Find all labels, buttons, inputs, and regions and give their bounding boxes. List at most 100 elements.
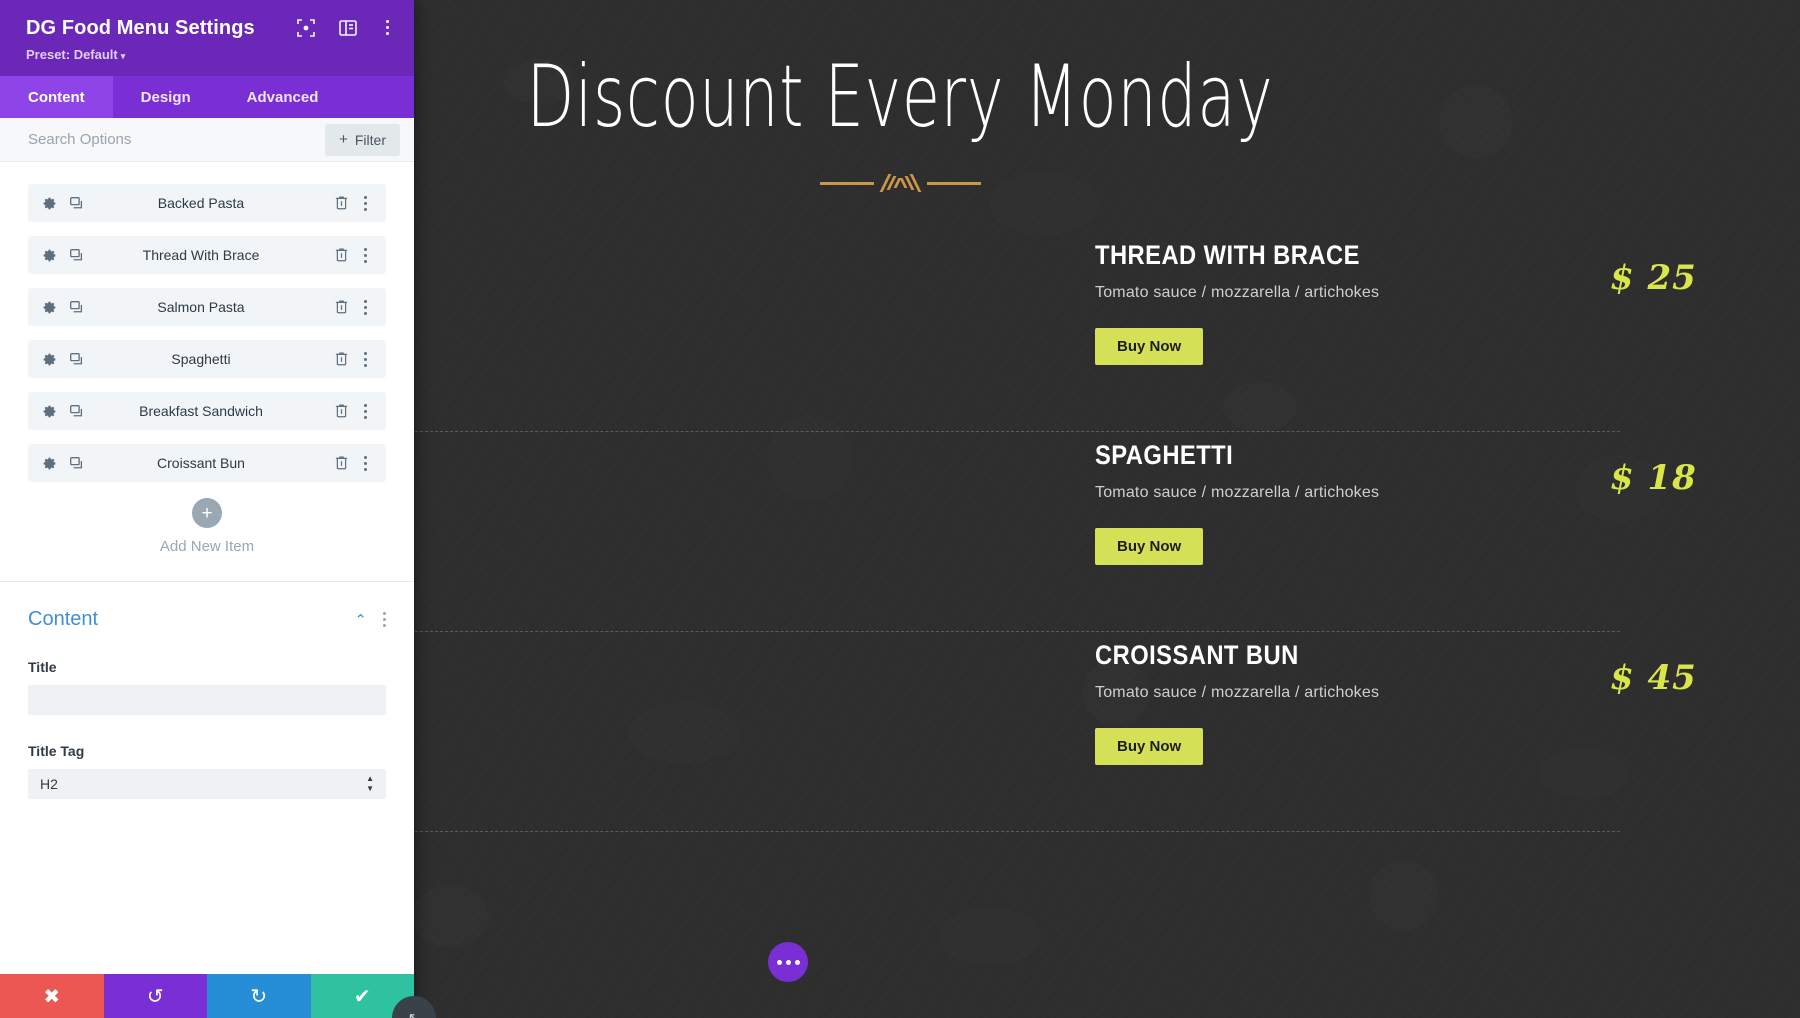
duplicate-icon[interactable] [69,300,84,315]
more-vertical-icon[interactable] [359,454,372,473]
list-item[interactable]: Croissant Bun [28,444,386,482]
gear-icon[interactable] [42,352,57,367]
menu-item-right: $ 18SpaghettiTomato sauce / mozzarella /… [700,432,1460,632]
cancel-button[interactable]: ✖ [0,974,104,1018]
duplicate-icon[interactable] [69,352,84,367]
tab-content[interactable]: Content [0,76,113,118]
add-new-item-label: Add New Item [159,538,255,555]
more-vertical-icon[interactable] [359,194,372,213]
trash-icon[interactable] [334,299,349,315]
menu-item-description: Tomato sauce / mozzarella / artichokes [1095,684,1380,701]
buy-now-button[interactable]: Buy Now [1095,328,1204,365]
sidebar-header-icons [297,18,394,37]
duplicate-icon[interactable] [69,404,84,419]
menu-item-description: Tomato sauce / mozzarella / artichokes [1095,284,1380,301]
search-input[interactable] [28,131,326,148]
duplicate-icon[interactable] [69,248,84,263]
tab-label: Advanced [246,88,319,106]
more-vertical-icon[interactable] [359,402,372,421]
divider-bar-left [819,181,874,185]
content-section-header[interactable]: Content ⌃ [28,608,386,631]
check-icon: ✔ [353,985,371,1008]
divider-bar-right [926,181,981,185]
field-title-tag-label: Title Tag [28,743,85,759]
tab-design[interactable]: Design [113,76,219,118]
gear-icon[interactable] [42,196,57,211]
app-root: Discount Every Monday $ 19Backed PastaTo… [0,0,1800,1018]
list-item-label: Backed Pasta [157,195,245,211]
undo-button[interactable]: ↺ [103,974,207,1018]
field-title-label: Title [28,659,57,675]
content-section: Content ⌃ Title Title Tag H2 ▲ ▼ [0,581,414,799]
sidebar-body: Backed Pasta Thread With Brace Salmon Past… [0,162,414,974]
list-item[interactable]: Spaghetti [28,340,386,378]
sidebar-header: DG Food Menu Settings Preset: Default ▾ [0,0,414,76]
redo-button[interactable]: ↻ [207,974,311,1018]
list-item[interactable]: Breakfast Sandwich [28,392,386,430]
preset-label: Preset: Default [26,47,118,62]
duplicate-icon[interactable] [69,196,84,211]
gear-icon[interactable] [42,456,57,471]
list-item-label: Spaghetti [171,351,231,367]
divider-zigzag-icon [879,174,921,192]
list-item-label: Salmon Pasta [157,299,245,315]
trash-icon[interactable] [334,403,349,419]
settings-sidebar: DG Food Menu Settings Preset: Default▾ [0,0,414,1018]
add-new-item-area: + Add New Item [0,496,414,581]
tab-advanced[interactable]: Advanced [219,76,347,118]
tab-label: Design [140,88,191,106]
duplicate-icon[interactable] [69,456,84,471]
plus-icon: + [339,131,348,148]
resize-arrow-icon: ↖ [408,1009,421,1018]
title-input[interactable] [28,685,386,715]
more-options-fab[interactable] [768,942,808,982]
trash-icon[interactable] [334,247,349,263]
list-item-label: Thread With Brace [142,247,260,263]
trash-icon[interactable] [334,195,349,211]
gear-icon[interactable] [42,248,57,263]
title-tag-value: H2 [40,776,58,792]
more-vertical-icon[interactable] [359,246,372,265]
buy-now-button[interactable]: Buy Now [1095,528,1204,565]
menu-item-price-far-right: $ 25 [1610,258,1697,298]
close-icon: ✖ [43,985,61,1008]
redo-icon: ↻ [250,985,268,1008]
more-vertical-icon[interactable] [359,350,372,369]
sidebar-tabs: Content Design Advanced [0,76,414,118]
list-item-label: Croissant Bun [157,455,245,471]
more-vertical-icon[interactable] [359,298,372,317]
sidebar-action-bar: ✖ ↺ ↻ ✔ [0,974,414,1018]
menu-item-list: Backed Pasta Thread With Brace Salmon Past… [0,162,414,482]
search-options-bar: + Filter [0,118,414,162]
filter-button-label: Filter [354,131,386,148]
more-vertical-icon[interactable] [381,18,394,37]
gear-icon[interactable] [42,404,57,419]
preset-selector[interactable]: Preset: Default ▾ [26,47,392,62]
field-title: Title [28,659,386,715]
menu-item-title: Thread With Brace [1095,240,1360,270]
chevron-down-icon: ▾ [120,51,126,61]
list-item-label: Breakfast Sandwich [139,403,263,419]
menu-item-title: Spaghetti [1095,440,1234,470]
filter-button[interactable]: + Filter [325,123,400,156]
row-separator [400,831,1620,832]
section-more-icon[interactable] [383,610,386,629]
gear-icon[interactable] [42,300,57,315]
layout-panel-icon[interactable] [339,19,357,36]
content-section-title: Content [28,608,99,630]
plus-icon: + [201,502,213,524]
menu-item-title: Croissant Bun [1095,640,1299,670]
list-item[interactable]: Salmon Pasta [28,288,386,326]
tab-label: Content [28,88,85,106]
menu-item-right: $ 45Croissant BunTomato sauce / mozzarel… [700,632,1460,832]
chevron-up-icon[interactable]: ⌃ [354,611,367,629]
focus-icon[interactable] [297,18,315,37]
list-item[interactable]: Backed Pasta [28,184,386,222]
trash-icon[interactable] [334,351,349,367]
menu-item-price-far-right: $ 45 [1610,658,1697,698]
trash-icon[interactable] [334,455,349,471]
add-new-item-button[interactable]: + [192,498,222,528]
title-tag-select[interactable]: H2 ▲ ▼ [28,769,386,799]
list-item[interactable]: Thread With Brace [28,236,386,274]
buy-now-button[interactable]: Buy Now [1095,728,1204,765]
